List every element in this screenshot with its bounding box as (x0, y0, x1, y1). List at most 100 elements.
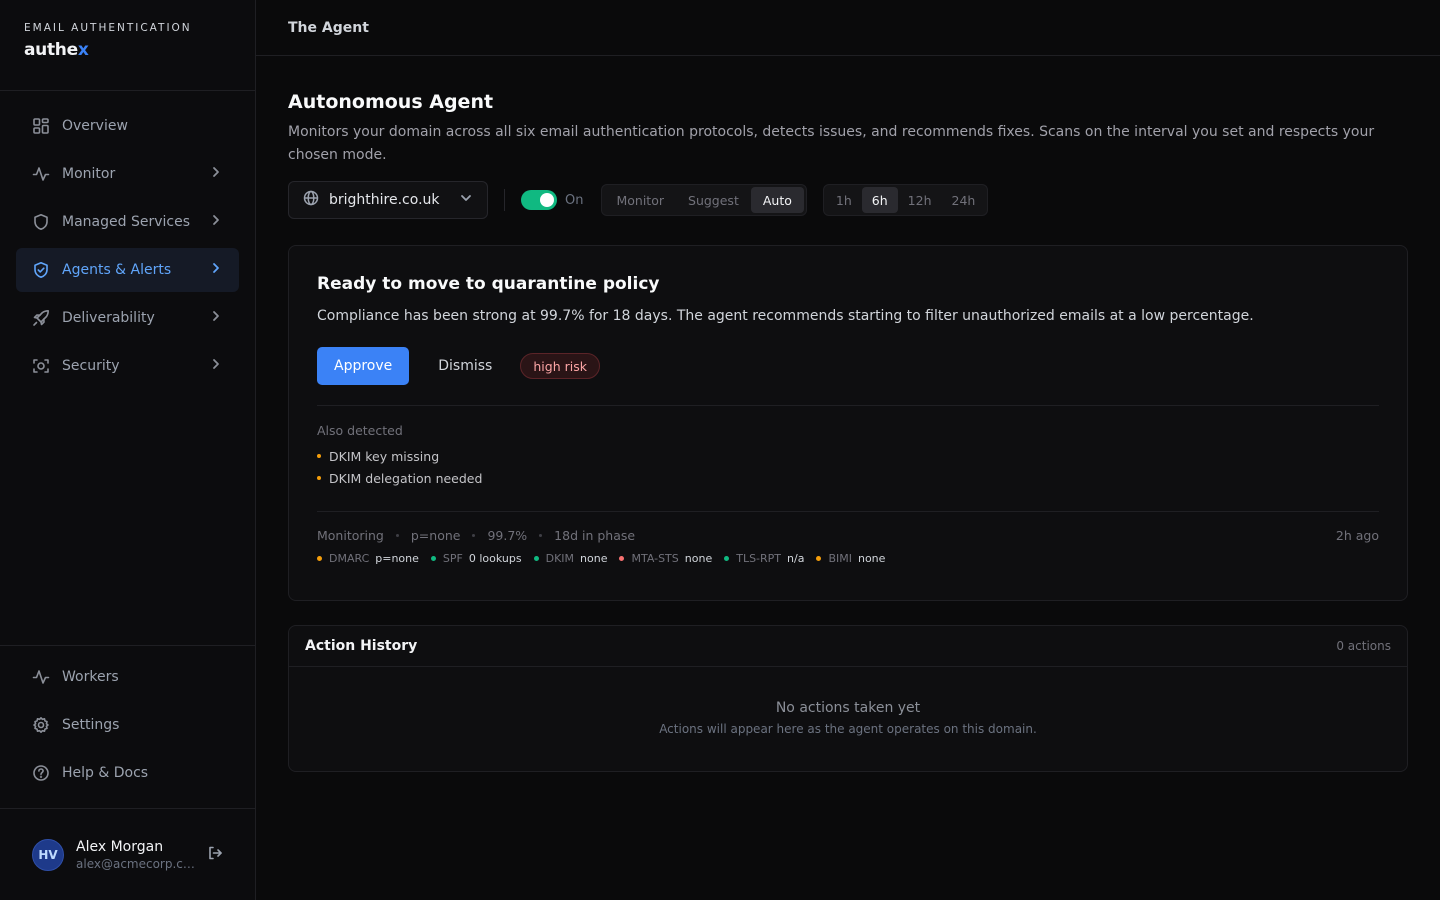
sidebar-item-deliverability[interactable]: Deliverability (16, 296, 239, 340)
protocol-status-row: DMARC p=none SPF 0 lookups DKIM none MTA-ST… (317, 552, 1379, 565)
protocol-name: DMARC (329, 552, 370, 565)
bullet-dot (317, 454, 321, 458)
sidebar-item-workers[interactable]: Workers (16, 655, 239, 699)
protocol-bimi: BIMI none (816, 552, 885, 565)
status-dot (619, 556, 625, 561)
sidebar-item-settings[interactable]: Settings (16, 703, 239, 747)
user-name: Alex Morgan (76, 838, 164, 855)
sidebar-item-overview[interactable]: Overview (16, 104, 239, 148)
help-circle-icon (32, 764, 50, 782)
chevron-down-icon (459, 191, 473, 209)
main-content: The Agent Autonomous Agent Monitors your… (256, 0, 1440, 900)
separator-dot (472, 534, 476, 537)
sidebar-item-label: Monitor (62, 166, 116, 182)
user-profile: HV Alex Morgan alex@acmecorp.com (0, 808, 255, 900)
mode-option-auto[interactable]: Auto (750, 187, 804, 213)
status-dot (317, 556, 322, 561)
empty-state-subtitle: Actions will appear here as the agent op… (659, 722, 1037, 736)
protocol-spf: SPF 0 lookups (430, 552, 522, 565)
sidebar-item-label: Workers (62, 669, 119, 685)
separator-dot (539, 534, 543, 537)
protocol-name: MTA-STS (631, 552, 679, 565)
approve-button[interactable]: Approve (317, 347, 410, 385)
protocol-dkim: DKIM none (533, 552, 608, 565)
sidebar-item-security[interactable]: Security (16, 344, 239, 388)
protocol-tls-rpt: TLS-RPT n/a (724, 552, 804, 565)
globe-icon (303, 190, 319, 210)
mode-selector: Monitor Suggest Auto (601, 184, 807, 216)
rocket-icon (32, 309, 50, 327)
topbar: The Agent (256, 0, 1440, 56)
sidebar-item-label: Overview (62, 118, 128, 134)
protocol-value: none (684, 552, 713, 565)
protocol-name: SPF (442, 552, 463, 565)
protocol-value: none (580, 552, 608, 565)
protocol-value: none (857, 552, 886, 565)
sidebar-item-label: Security (62, 358, 120, 374)
sidebar-item-agents-alerts[interactable]: Agents & Alerts (16, 248, 239, 292)
shield-check-icon (32, 261, 50, 279)
status-timestamp: 2h ago (1335, 528, 1379, 543)
recommendation-description: Compliance has been strong at 99.7% for … (317, 308, 1254, 324)
status-row: Monitoring p=none 99.7% 18d in phase 2h … (317, 528, 1379, 543)
list-item: DKIM key missing (317, 445, 1379, 467)
recommendation-actions: Approve Dismiss high risk (317, 347, 1379, 385)
chevron-right-icon (209, 165, 223, 183)
sidebar-item-label: Managed Services (62, 214, 190, 230)
logout-icon[interactable] (207, 845, 223, 865)
empty-state: No actions taken yet Actions will appear… (289, 667, 1407, 736)
interval-option-12h[interactable]: 12h (898, 187, 942, 213)
chevron-right-icon (209, 213, 223, 231)
status-dot (816, 556, 822, 561)
domain-select[interactable]: brighthire.co.uk (288, 181, 488, 219)
shield-icon (32, 213, 50, 231)
mode-option-suggest[interactable]: Suggest (676, 187, 751, 213)
sidebar-item-label: Agents & Alerts (62, 262, 172, 278)
interval-option-1h[interactable]: 1h (826, 187, 862, 213)
bullet-dot (317, 476, 321, 480)
sidebar-item-managed-services[interactable]: Managed Services (16, 200, 239, 244)
agent-toggle-label: On (565, 192, 584, 208)
protocol-value: p=none (375, 552, 419, 565)
action-history-count: 0 actions (1336, 639, 1391, 653)
interval-option-6h[interactable]: 6h (861, 187, 898, 213)
list-item-text: DKIM delegation needed (329, 470, 483, 486)
dismiss-button[interactable]: Dismiss (424, 347, 506, 385)
separator-dot (395, 534, 399, 537)
protocol-mta-sts: MTA-STS none (619, 552, 712, 565)
protocol-name: BIMI (828, 552, 852, 565)
page-title: Autonomous Agent (288, 91, 494, 113)
agent-toggle[interactable] (521, 190, 557, 210)
protocol-name: DKIM (545, 552, 575, 565)
gear-icon (32, 716, 50, 734)
action-history-header: Action History 0 actions (289, 626, 1407, 667)
domain-select-value: brighthire.co.uk (329, 192, 440, 208)
status-compliance: 99.7% (487, 528, 528, 543)
protocol-value: 0 lookups (468, 552, 522, 565)
sidebar-item-monitor[interactable]: Monitor (16, 152, 239, 196)
interval-option-24h[interactable]: 24h (942, 187, 986, 213)
sidebar-item-label: Help & Docs (62, 765, 149, 781)
user-email: alex@acmecorp.com (76, 856, 198, 871)
activity-icon (32, 668, 50, 686)
brand-subtitle: EMAIL AUTHENTICATION (24, 22, 192, 34)
interval-selector: 1h 6h 12h 24h (822, 184, 989, 216)
sidebar: EMAIL AUTHENTICATION authex Overview Mon… (0, 0, 256, 900)
sidebar-item-help-docs[interactable]: Help & Docs (16, 751, 239, 795)
brand-logo[interactable]: authex (24, 40, 231, 60)
divider (504, 189, 505, 211)
avatar[interactable]: HV (32, 838, 64, 871)
list-item-text: DKIM key missing (329, 448, 440, 464)
also-detected-title: Also detected (317, 423, 403, 438)
also-detected-list: DKIM key missing DKIM delegation needed (317, 445, 1379, 489)
mode-option-monitor[interactable]: Monitor (604, 187, 676, 213)
list-item: DKIM delegation needed (317, 467, 1379, 489)
divider (317, 511, 1379, 512)
divider (317, 405, 1379, 406)
status-dot (533, 556, 539, 561)
sidebar-item-label: Deliverability (62, 310, 155, 326)
status-dot (724, 556, 730, 561)
risk-badge: high risk (520, 353, 600, 379)
sidebar-bottom-nav: Workers Settings Help & Docs (0, 645, 255, 808)
sidebar-item-label: Settings (62, 717, 120, 733)
